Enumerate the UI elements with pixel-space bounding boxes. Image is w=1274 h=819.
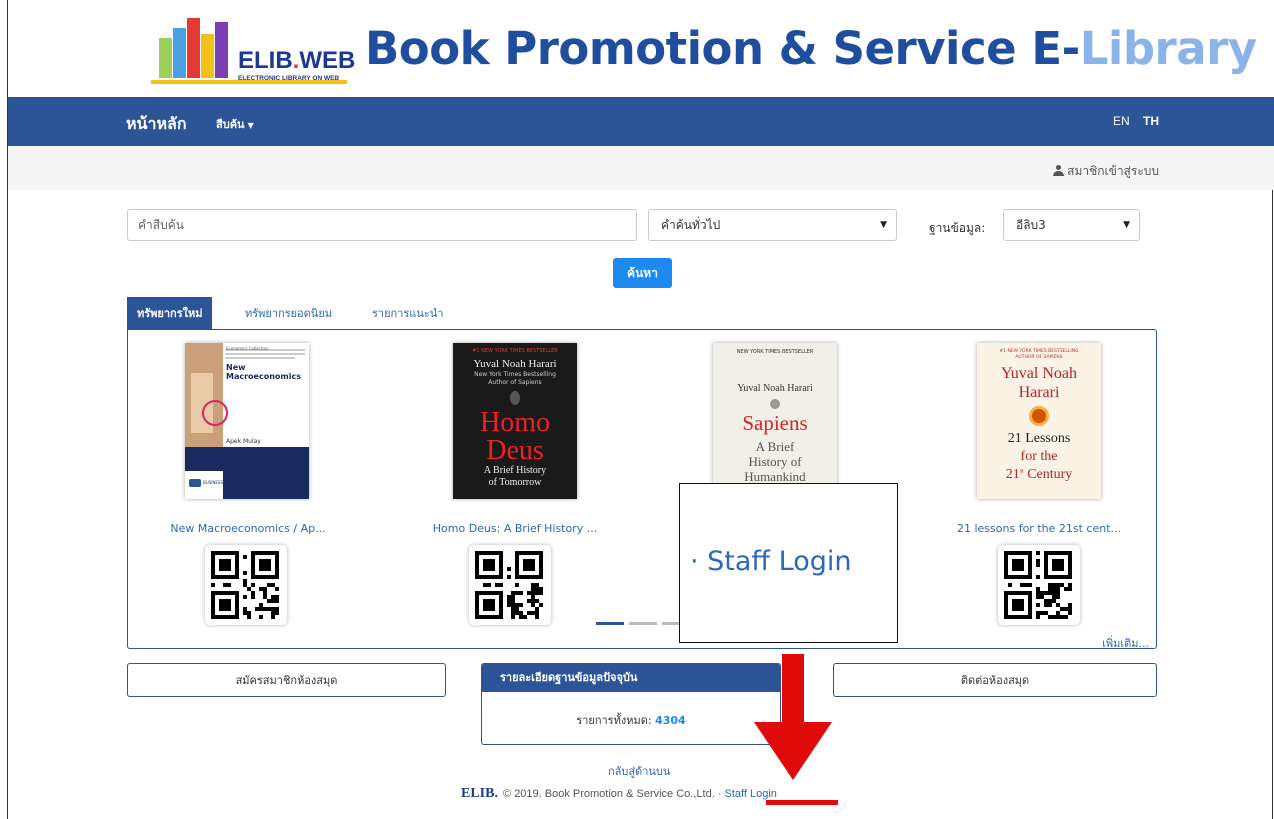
cover-subtitle: A Brief xyxy=(755,439,795,454)
cover-note: Author of Sapiens xyxy=(488,379,542,386)
staff-login-callout: · Staff Login xyxy=(679,483,898,643)
cover-title: New Macroeconomics xyxy=(226,363,301,381)
elib-logo[interactable]: ELIB.WEB ELECTRONIC LIBRARY ON WEB xyxy=(151,18,355,84)
cover-note: New York Times Bestselling xyxy=(474,371,556,378)
search-input[interactable] xyxy=(127,209,637,241)
cover-subtitle: A Brief History xyxy=(483,465,547,476)
cover-badge: #1 NEW YORK TIMES BESTSELLING xyxy=(999,349,1079,354)
cover-title: Sapiens xyxy=(742,411,808,435)
logo-bar xyxy=(173,28,186,78)
book-cover[interactable]: New Macroeconomics Apek Mulay Economics … xyxy=(185,343,309,499)
cover-badge: NEW YORK TIMES BESTSELLER xyxy=(736,349,814,355)
book-title-link[interactable]: New Macroeconomics / Ap... xyxy=(128,522,368,535)
logo-bar xyxy=(215,22,228,78)
cover-badge: AUTHOR OF SAPIENS xyxy=(1015,355,1063,360)
back-to-top-link[interactable]: กลับสู่ด้านบน xyxy=(608,762,670,780)
database-total: รายการทั้งหมด: 4304 xyxy=(576,714,686,727)
database-info-box: รายละเอียดฐานข้อมูลปัจจุบัน รายการทั้งหม… xyxy=(481,663,781,745)
nav-home-link[interactable]: หน้าหลัก xyxy=(126,112,187,137)
footer-elib-logo: ELIB. xyxy=(461,786,498,801)
tab-recommended[interactable]: รายการแนะนำ xyxy=(372,297,444,330)
cover-author: Yuval Noah Harari xyxy=(737,383,813,394)
logo-bar xyxy=(187,18,200,78)
qr-code-icon xyxy=(1004,551,1072,619)
staff-login-link[interactable]: · Staff Login xyxy=(718,788,777,800)
staff-login-highlight-underline xyxy=(766,800,838,805)
search-button[interactable]: ค้นหา xyxy=(613,258,672,288)
nav-search-dropdown[interactable]: สืบค้น ▼ xyxy=(216,115,254,133)
register-member-button[interactable]: สมัครสมาชิกห้องสมุด xyxy=(127,663,446,697)
database-select[interactable]: อีลิบ3 ▼ xyxy=(1003,209,1140,241)
cover-title: 21 Lessons xyxy=(1007,431,1071,446)
qr-code xyxy=(998,545,1080,625)
fingerprint-icon xyxy=(510,391,520,405)
arrow-down-icon xyxy=(782,654,804,724)
logo-subtitle: ELECTRONIC LIBRARY ON WEB xyxy=(238,75,340,82)
cover-title: Homo xyxy=(480,407,550,438)
book-title-link[interactable]: Homo Deus: A Brief History ... xyxy=(395,522,635,535)
cover-author: Yuval Noah xyxy=(1001,365,1077,382)
book-title-link[interactable]: 21 lessons for the 21st cent... xyxy=(919,522,1159,535)
cover-title: for the xyxy=(1020,449,1058,464)
contact-library-button[interactable]: ติดต่อห้องสมุด xyxy=(833,663,1157,697)
fingerprint-icon xyxy=(770,399,780,409)
qr-code-icon xyxy=(211,551,279,619)
cover-title: 21st Century xyxy=(1005,467,1073,482)
carousel-indicator[interactable] xyxy=(629,622,657,625)
lang-en-link[interactable]: EN xyxy=(1113,114,1130,128)
dropdown-arrow-icon: ▼ xyxy=(1123,220,1130,230)
logo-text: ELIB.WEB xyxy=(238,47,356,74)
qr-code xyxy=(469,545,551,625)
cover-imprint: BUSINESS EXPERT PRESS xyxy=(203,480,254,485)
caret-down-icon: ▼ xyxy=(247,121,254,130)
logo-bar xyxy=(159,38,172,78)
more-link[interactable]: เพิ่มเติม... xyxy=(1102,634,1149,652)
site-title: Book Promotion & Service E-Library xyxy=(365,22,1257,75)
language-switch: EN TH xyxy=(1103,114,1159,128)
book-cover[interactable]: NEW YORK TIMES BESTSELLER Yuval Noah Har… xyxy=(713,343,837,499)
dropdown-arrow-icon: ▼ xyxy=(880,220,887,230)
member-login-link[interactable]: สมาชิกเข้าสู่ระบบ xyxy=(1053,162,1159,181)
cover-author: Apek Mulay xyxy=(226,438,261,445)
qr-code-icon xyxy=(475,551,543,619)
page-frame: ELIB.WEB ELECTRONIC LIBRARY ON WEB Book … xyxy=(7,0,1274,819)
main-navbar: หน้าหลัก สืบค้น ▼ EN TH xyxy=(8,97,1274,146)
eye-icon xyxy=(1029,406,1049,426)
qr-code xyxy=(205,545,287,625)
footer-copyright: © 2019. Book Promotion & Service Co.,Ltd… xyxy=(503,788,718,800)
cover-title: Deus xyxy=(486,435,544,466)
header-banner: ELIB.WEB ELECTRONIC LIBRARY ON WEB Book … xyxy=(8,0,1274,97)
member-bar: สมาชิกเข้าสู่ระบบ xyxy=(8,146,1274,190)
cover-author: Yuval Noah Harari xyxy=(473,358,557,370)
cover-badge: #1 NEW YORK TIMES BESTSELLER xyxy=(472,348,558,354)
arrow-head-icon xyxy=(754,722,832,780)
user-icon xyxy=(1053,165,1065,176)
search-type-select[interactable]: คำค้นทั่วไป ▼ xyxy=(648,209,897,241)
tab-popular-resources[interactable]: ทรัพยากรยอดนิยม xyxy=(245,297,332,330)
cover-subtitle: History of xyxy=(748,454,802,469)
cover-publisher: Economics Collection xyxy=(226,346,269,351)
lang-th-link[interactable]: TH xyxy=(1143,114,1159,128)
book-cover[interactable]: #1 NEW YORK TIMES BESTSELLER Yuval Noah … xyxy=(453,343,577,499)
logo-bar xyxy=(201,34,214,78)
tab-new-resources[interactable]: ทรัพยากรใหม่ xyxy=(127,297,213,330)
footer: ELIB. © 2019. Book Promotion & Service C… xyxy=(461,786,777,802)
book-cover[interactable]: #1 NEW YORK TIMES BESTSELLING AUTHOR OF … xyxy=(977,343,1101,499)
database-label: ฐานข้อมูล: xyxy=(929,221,986,235)
cover-subtitle: of Tomorrow xyxy=(488,477,542,488)
cover-author: Harari xyxy=(1018,384,1060,401)
database-info-title: รายละเอียดฐานข้อมูลปัจจุบัน xyxy=(482,664,780,692)
carousel-indicator[interactable] xyxy=(596,622,624,625)
callout-staff-login-text: · Staff Login xyxy=(690,546,852,577)
